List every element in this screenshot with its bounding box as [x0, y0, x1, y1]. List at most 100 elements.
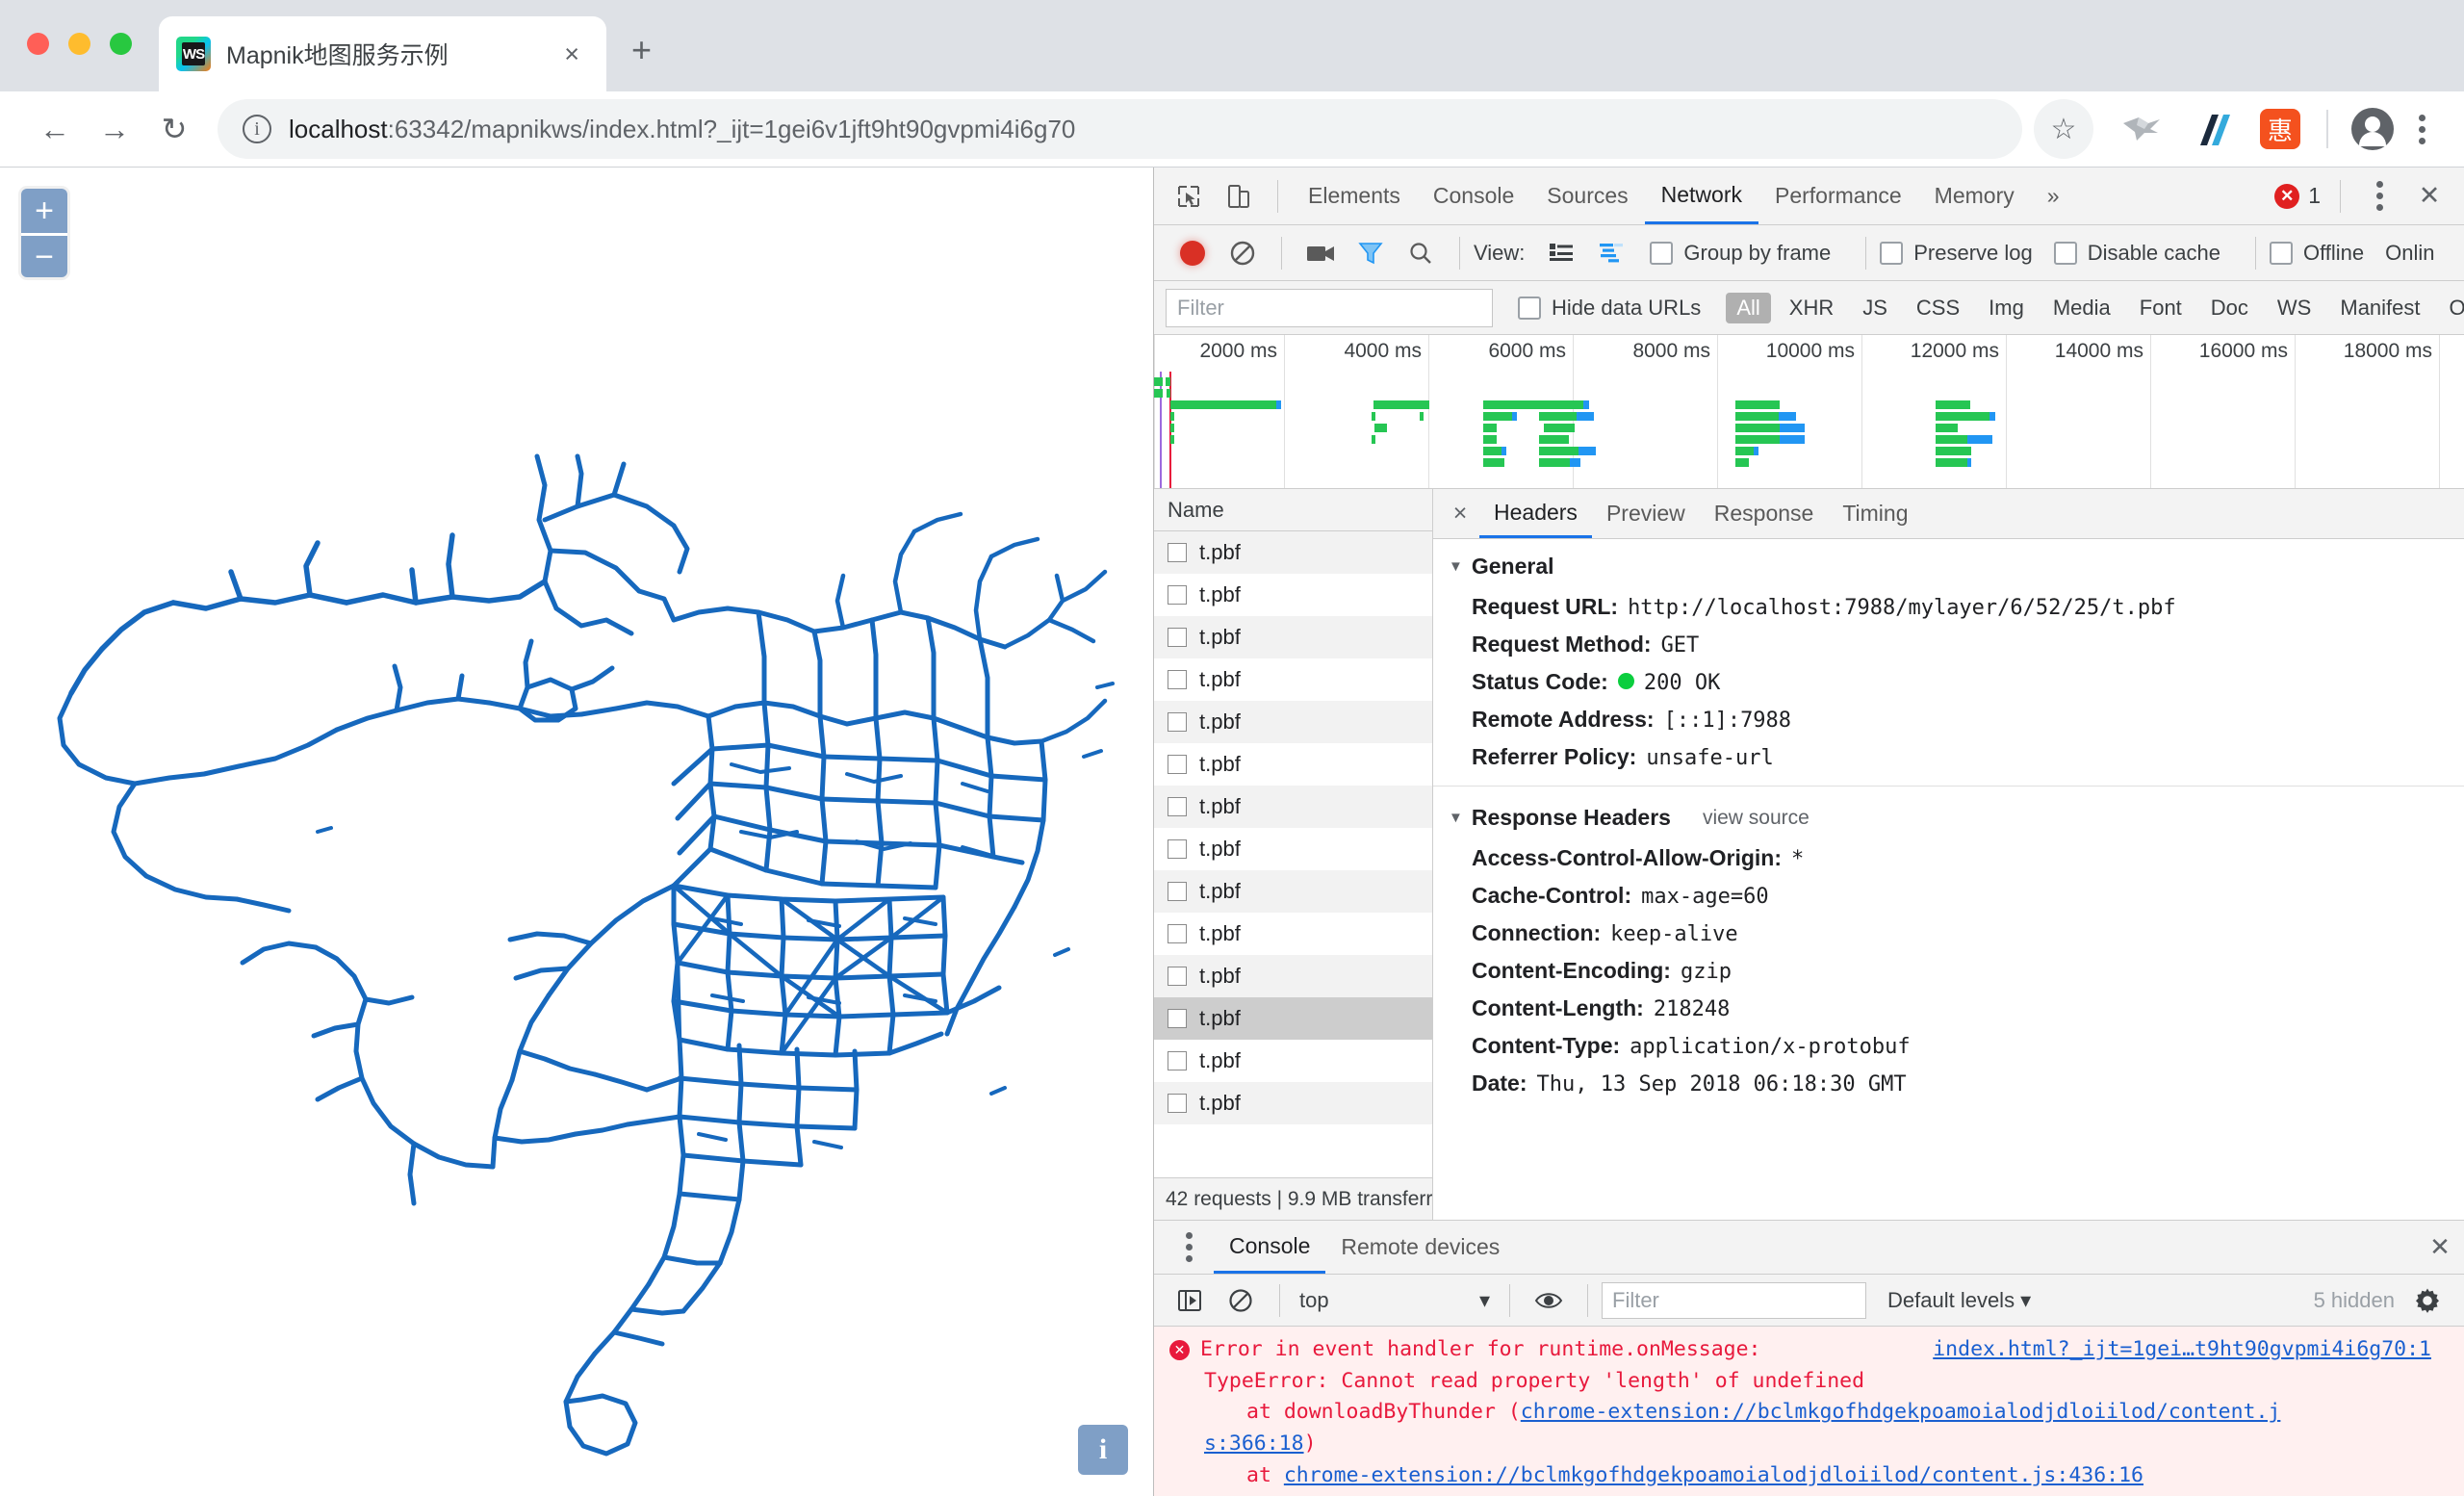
response-headers-section-header[interactable]: ▼ Response Headers view source [1433, 796, 2464, 839]
bookmark-star-icon[interactable]: ☆ [2034, 99, 2093, 159]
offline-box[interactable] [2269, 241, 2293, 265]
page-info-icon[interactable]: i [243, 115, 271, 143]
row-checkbox[interactable] [1168, 543, 1187, 562]
filter-type-css[interactable]: CSS [1906, 293, 1970, 323]
group-by-frame-checkbox[interactable]: Group by frame [1650, 241, 1831, 266]
general-section-header[interactable]: ▼ General [1433, 545, 2464, 588]
tab-preview[interactable]: Preview [1592, 490, 1700, 538]
row-checkbox[interactable] [1168, 585, 1187, 605]
table-row[interactable]: t.pbf [1154, 531, 1432, 574]
filter-type-doc[interactable]: Doc [2200, 293, 2259, 323]
row-checkbox[interactable] [1168, 1094, 1187, 1113]
row-checkbox[interactable] [1168, 712, 1187, 732]
hide-data-urls-box[interactable] [1518, 296, 1541, 320]
group-by-frame-box[interactable] [1650, 241, 1674, 265]
table-row[interactable]: t.pbf [1154, 786, 1432, 828]
network-filter-input[interactable]: Filter [1166, 288, 1493, 327]
tab-sources[interactable]: Sources [1530, 168, 1644, 224]
filter-type-font[interactable]: Font [2129, 293, 2193, 323]
table-row[interactable]: t.pbf [1154, 743, 1432, 786]
request-list-header[interactable]: Name [1154, 489, 1432, 531]
online-throttle-label[interactable]: Onlin [2385, 241, 2434, 266]
preserve-log-checkbox[interactable]: Preserve log [1880, 241, 2033, 266]
zoom-out-button[interactable]: − [21, 233, 67, 277]
tab-performance[interactable]: Performance [1758, 168, 1918, 224]
filter-type-media[interactable]: Media [2042, 293, 2121, 323]
console-sidebar-toggle-icon[interactable] [1168, 1278, 1213, 1323]
drawer-tab-remote-devices[interactable]: Remote devices [1325, 1222, 1515, 1274]
tab-network[interactable]: Network [1644, 168, 1758, 224]
clear-requests-icon[interactable] [1220, 231, 1265, 275]
row-checkbox[interactable] [1168, 670, 1187, 689]
hummingbird-icon[interactable] [2116, 103, 2168, 155]
table-row-selected[interactable]: t.pbf [1154, 997, 1432, 1040]
filter-type-xhr[interactable]: XHR [1779, 293, 1844, 323]
map-viewport[interactable]: + − i [0, 168, 1154, 1496]
tab-elements[interactable]: Elements [1292, 168, 1417, 224]
gear-icon[interactable] [2408, 1281, 2447, 1320]
reload-icon[interactable]: ↻ [144, 99, 204, 159]
disable-cache-checkbox[interactable]: Disable cache [2053, 241, 2220, 266]
maximize-window-button[interactable] [110, 33, 132, 55]
map-info-button[interactable]: i [1078, 1425, 1128, 1475]
row-checkbox[interactable] [1168, 882, 1187, 901]
hide-data-urls-checkbox[interactable]: Hide data URLs [1518, 296, 1701, 321]
table-row[interactable]: t.pbf [1154, 658, 1432, 701]
network-overview[interactable]: 2000 ms 4000 ms 6000 ms 8000 ms 10000 ms… [1154, 335, 2464, 489]
live-expression-eye-icon[interactable] [1527, 1278, 1571, 1323]
search-icon[interactable] [1399, 231, 1443, 275]
capture-screenshots-icon[interactable] [1298, 231, 1343, 275]
filter-type-all[interactable]: All [1726, 292, 1771, 323]
table-row[interactable]: t.pbf [1154, 870, 1432, 913]
map-zoom-controls[interactable]: + − [21, 189, 67, 277]
filter-type-other[interactable]: Other [2439, 293, 2464, 323]
row-checkbox[interactable] [1168, 1009, 1187, 1028]
console-context-selector[interactable]: top ▾ [1294, 1288, 1496, 1313]
preserve-log-box[interactable] [1880, 241, 1904, 265]
tab-memory[interactable]: Memory [1918, 168, 2031, 224]
browser-tab[interactable]: WS Mapnik地图服务示例 × [159, 16, 606, 91]
row-checkbox[interactable] [1168, 1051, 1187, 1070]
table-row[interactable]: t.pbf [1154, 574, 1432, 616]
filter-type-ws[interactable]: WS [2267, 293, 2322, 323]
table-row[interactable]: t.pbf [1154, 616, 1432, 658]
detail-close-icon[interactable]: × [1441, 495, 1479, 533]
row-checkbox[interactable] [1168, 924, 1187, 943]
browser-menu-icon[interactable] [2419, 114, 2426, 144]
device-toolbar-icon[interactable] [1217, 174, 1261, 219]
record-button-icon[interactable] [1170, 231, 1215, 275]
error-frame-link[interactable]: chrome-extension://bclmkgofhdgekpoamoial… [1521, 1400, 2281, 1424]
inspect-element-icon[interactable] [1167, 174, 1211, 219]
devtools-close-icon[interactable]: ✕ [2407, 174, 2451, 219]
error-badge[interactable]: ✕ 1 [2274, 183, 2326, 209]
row-checkbox[interactable] [1168, 797, 1187, 816]
close-window-button[interactable] [27, 33, 49, 55]
profile-avatar-icon[interactable] [2351, 108, 2394, 150]
clear-console-icon[interactable] [1219, 1278, 1263, 1323]
devtools-menu-icon[interactable] [2357, 174, 2401, 219]
zoom-in-button[interactable]: + [21, 189, 67, 233]
offline-checkbox[interactable]: Offline [2269, 241, 2364, 266]
filter-type-js[interactable]: JS [1852, 293, 1898, 323]
filter-funnel-icon[interactable] [1348, 231, 1393, 275]
address-bar[interactable]: i localhost:63342/mapnikws/index.html?_i… [218, 99, 2022, 159]
back-icon[interactable]: ← [25, 99, 85, 159]
drawer-close-icon[interactable]: ✕ [2416, 1224, 2464, 1272]
row-checkbox[interactable] [1168, 628, 1187, 647]
error-source-link[interactable]: index.html?_ijt=1gei…t9ht90gvpmi4i6g70:1 [1933, 1334, 2464, 1366]
console-error-message[interactable]: ✕ Error in event handler for runtime.onMe… [1154, 1327, 2464, 1496]
tab-timing[interactable]: Timing [1828, 490, 1922, 538]
table-row[interactable]: t.pbf [1154, 955, 1432, 997]
forward-icon[interactable]: → [85, 99, 144, 159]
row-checkbox[interactable] [1168, 839, 1187, 859]
drawer-tab-console[interactable]: Console [1214, 1222, 1326, 1274]
hui-badge-icon[interactable]: 惠 [2254, 103, 2306, 155]
filter-type-img[interactable]: Img [1978, 293, 2035, 323]
error-frame-link-cont[interactable]: s:366:18 [1204, 1432, 1304, 1456]
row-checkbox[interactable] [1168, 755, 1187, 774]
disable-cache-box[interactable] [2053, 241, 2077, 265]
list-view-icon[interactable] [1539, 231, 1583, 275]
tab-response[interactable]: Response [1700, 490, 1829, 538]
close-tab-icon[interactable]: × [554, 39, 589, 69]
console-levels-selector[interactable]: Default levels ▾ [1887, 1288, 2031, 1313]
